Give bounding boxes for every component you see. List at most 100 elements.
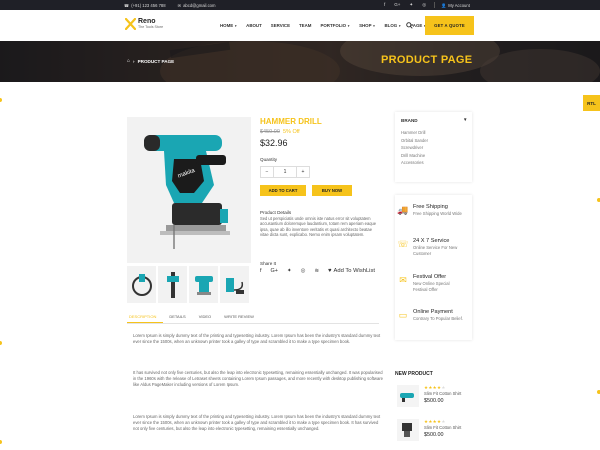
new-product-item[interactable]: ★★★★★ Slim Fit Cotton Shirt $500.00 [397,385,461,407]
top-bar: ☎ (+91) 123 456 788 ✉ abcd@gmail.com f G… [0,0,600,10]
feature-subtitle: New Online Special Festival Offer [413,281,450,292]
brand-item[interactable]: Hammer Drill [401,129,428,137]
jigsaw-image: makita [144,135,230,249]
nav-blog[interactable]: BLOG ▼ [385,23,402,28]
add-to-cart-button[interactable]: ADD TO CART [260,185,306,196]
brand-name: Reno [138,18,156,25]
new-product-item[interactable]: ★★★★★ Slim Fit Cotton Shirt $500.00 [397,419,461,441]
search-icon[interactable] [406,22,413,31]
email[interactable]: ✉ abcd@gmail.com [178,3,216,8]
rss-icon[interactable]: ≋ [314,268,319,274]
wishlist-label: Add To WishList [333,268,375,274]
add-to-wishlist[interactable]: ♥ Add To WishList [328,268,375,274]
thumbnail[interactable] [158,266,187,303]
new-product-heading: NEW PRODUCT [395,371,433,377]
tab-description[interactable]: DESCRIPTION [127,314,158,319]
rtl-toggle-button[interactable]: RTL [583,95,600,111]
decor-dot [0,440,2,444]
phone-text: (+91) 123 456 788 [131,2,166,8]
email-text: abcd@gmail.com [183,2,216,8]
nav-service[interactable]: SERVICE [271,23,290,28]
instagram-icon[interactable]: ◎ [301,268,306,274]
chevron-down-icon: ▼ [398,23,402,28]
headset-icon: ☏ [397,239,409,249]
feature-subtitle: Contrary To Popular Belief. [413,316,463,321]
get-a-quote-button[interactable]: GET A QUOTE [425,16,474,35]
tab-video[interactable]: VIDEO [197,314,213,319]
twitter-icon[interactable]: ✦ [409,2,413,8]
quantity-label: Quantity [260,157,278,162]
page-title: PRODUCT PAGE [381,54,473,66]
google-plus-icon[interactable]: G+ [271,268,279,274]
feature-item: ☏ 24 X 7 Service Online Service For New … [397,238,465,256]
decrement-button[interactable]: − [261,169,273,175]
home-icon[interactable]: ⌂ [127,58,130,64]
product-title: HAMMER DRILL [260,117,322,126]
feature-item: 🚚 Free Shipping Free Shipping World Wide [397,204,465,217]
thumbnail[interactable] [127,266,156,303]
quantity-input[interactable]: 1 [273,167,297,177]
truck-icon: 🚚 [397,205,409,215]
product-price: $500.00 [424,432,444,438]
description-paragraph: It has survived not only five centuries,… [133,370,383,387]
card-icon: ▭ [398,310,408,320]
divider [434,2,435,8]
nav-team[interactable]: TEAM [299,23,311,28]
header: Reno The Tools Store HOME ▼ ABOUT SERVICE… [0,10,600,41]
chevron-down-icon: ▼ [372,23,376,28]
social-links: f G+ ✦ ◎ [384,2,426,8]
decor-dot [0,98,2,102]
nav-shop[interactable]: SHOP ▼ [359,23,375,28]
increment-button[interactable]: + [297,169,309,175]
google-plus-icon[interactable]: G+ [394,2,400,8]
facebook-icon[interactable]: f [384,2,385,8]
facebook-icon[interactable]: f [260,268,262,274]
product-details-text: Sed ut perspiciatis unde omnis iste natu… [260,216,377,237]
brand-item[interactable]: Screwdriver [401,144,428,152]
brand-item[interactable]: Accessories [401,159,428,167]
feature-title: 24 X 7 Service [413,238,450,244]
description-paragraph: Lorem Ipsum is simply dummy text of the … [133,414,381,431]
feature-title: Festival Offer [413,274,447,280]
thumbnail[interactable] [189,266,218,303]
tab-write-review[interactable]: WRITE REVIEW [222,314,256,319]
logo[interactable]: Reno The Tools Store [124,17,163,31]
breadcrumb: ⌂ › PRODUCT PAGE [127,58,174,64]
share-heading: Share It [260,261,277,266]
phone-icon: ☎ [124,2,130,8]
instagram-icon[interactable]: ◎ [422,2,426,8]
phone[interactable]: ☎ (+91) 123 456 788 [124,3,166,8]
feature-subtitle: Online Service For New Customer [413,245,458,256]
feature-item: ✉ Festival Offer New Online Special Fest… [397,274,465,292]
feature-item: ▭ Online Payment Contrary To Popular Bel… [397,309,465,322]
brand-list: Hammer Drill Orbital Sander Screwdriver … [401,129,428,167]
quantity-stepper: − 1 + [260,166,310,178]
main-nav: HOME ▼ ABOUT SERVICE TEAM PORTFOLIO ▼ SHOP… [220,23,426,28]
my-account-link[interactable]: 👤 My Account [441,3,470,9]
nav-home[interactable]: HOME ▼ [220,23,237,28]
thumbnail[interactable] [220,266,249,303]
discount-badge: 5% Off [283,129,300,135]
product-thumbnails [127,266,249,303]
product-main-image[interactable]: makita [127,117,251,263]
tabs-divider [127,323,379,324]
share-row: f G+ ✦ ◎ ≋ ♥ Add To WishList [260,268,375,274]
product-thumbnail[interactable] [397,385,419,407]
breadcrumb-separator: › [133,58,135,64]
tab-details[interactable]: DETAILS [167,314,187,319]
nav-portfolio[interactable]: PORTFOLIO ▼ [320,23,350,28]
caret-down-icon[interactable]: ▼ [463,117,467,122]
twitter-icon[interactable]: ✦ [287,268,292,274]
buy-now-button[interactable]: BUY NOW [312,185,352,196]
product-price: $500.00 [424,398,444,404]
user-icon: 👤 [441,2,447,8]
tools-logo-icon [124,17,137,31]
mail-icon: ✉ [177,2,182,8]
product-thumbnail[interactable] [397,419,419,441]
feature-subtitle: Free Shipping World Wide [413,211,462,216]
contact-info: ☎ (+91) 123 456 788 ✉ abcd@gmail.com [124,3,216,8]
brand-item[interactable]: Drill Machine [401,152,428,160]
nav-about[interactable]: ABOUT [246,23,262,28]
account-label: My Account [448,3,470,8]
brand-item[interactable]: Orbital Sander [401,137,428,145]
